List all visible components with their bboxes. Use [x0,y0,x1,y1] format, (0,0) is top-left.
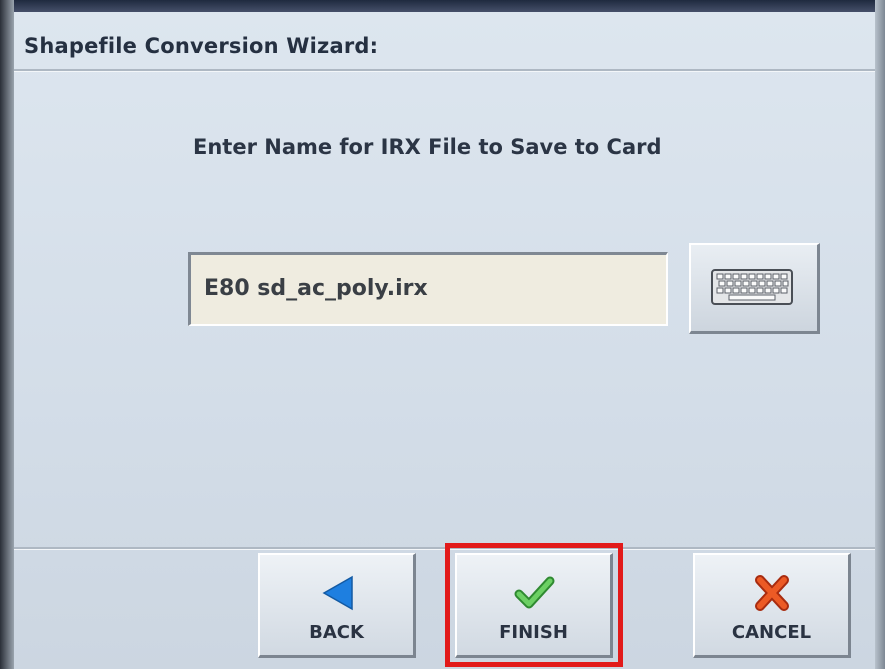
back-label: BACK [309,622,364,643]
x-mark-icon [754,575,789,611]
back-button[interactable]: BACK [258,553,416,658]
finish-label: FINISH [499,622,568,643]
dialog-title: Shapefile Conversion Wizard: [24,34,379,58]
keyboard-icon [711,269,793,305]
checkmark-icon [514,576,554,609]
keyboard-button[interactable] [689,243,820,334]
button-bar-divider [14,547,875,550]
prompt-text: Enter Name for IRX File to Save to Card [193,135,662,159]
screen: Shapefile Conversion Wizard: Enter Name … [0,0,885,669]
bezel-left [0,0,14,669]
bezel-top [0,0,885,12]
cancel-button[interactable]: CANCEL [693,553,851,658]
bezel-right [875,0,885,669]
finish-button[interactable]: FINISH [455,553,613,658]
filename-value: E80 sd_ac_poly.irx [204,276,428,301]
title-divider [14,69,875,72]
left-arrow-icon [321,575,353,611]
filename-input[interactable]: E80 sd_ac_poly.irx [188,252,668,326]
cancel-label: CANCEL [731,622,812,643]
